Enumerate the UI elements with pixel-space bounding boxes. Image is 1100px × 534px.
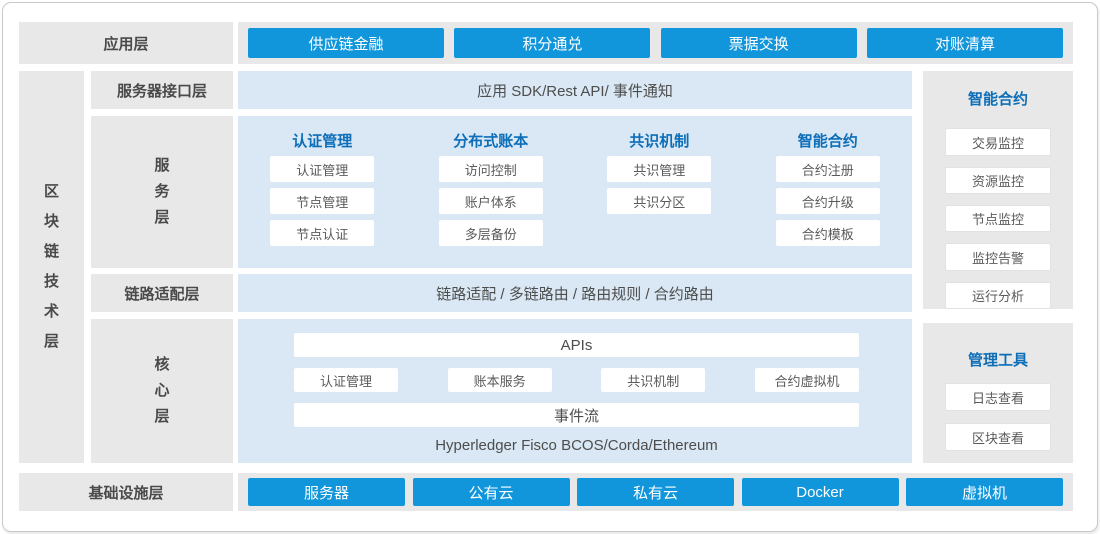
core-modules-row: 认证管理 账本服务 共识机制 合约虚拟机 bbox=[294, 368, 859, 392]
core-module: 共识机制 bbox=[601, 368, 705, 392]
core-module: 认证管理 bbox=[294, 368, 398, 392]
tools-panel: 管理工具 日志查看 区块查看 bbox=[923, 323, 1073, 463]
service-column-auth: 认证管理 认证管理 节点管理 节点认证 bbox=[238, 116, 407, 268]
service-layer-label: 服务层 bbox=[91, 116, 233, 268]
monitor-item: 监控告警 bbox=[945, 243, 1051, 270]
app-button-bill-exchange: 票据交换 bbox=[661, 28, 857, 58]
monitor-panel-header: 智能合约 bbox=[968, 88, 1028, 109]
service-item: 节点管理 bbox=[270, 188, 374, 214]
core-module: 账本服务 bbox=[448, 368, 552, 392]
infra-layer-label: 基础设施层 bbox=[19, 473, 233, 511]
event-stream-bar: 事件流 bbox=[294, 403, 859, 427]
tools-item: 日志查看 bbox=[945, 383, 1051, 411]
core-module: 合约虚拟机 bbox=[755, 368, 859, 392]
service-layer-panel: 认证管理 认证管理 节点管理 节点认证 分布式账本 访问控制 账户体系 多层备份… bbox=[238, 116, 912, 268]
service-column-header: 共识机制 bbox=[629, 130, 689, 150]
core-layer-label-text: 核心层 bbox=[154, 352, 170, 430]
service-item: 节点认证 bbox=[270, 220, 374, 246]
apis-bar: APIs bbox=[294, 333, 859, 357]
service-item: 共识管理 bbox=[607, 156, 711, 182]
monitor-item: 资源监控 bbox=[945, 167, 1051, 194]
service-item: 合约升级 bbox=[776, 188, 880, 214]
blockchain-architecture-diagram: 应用层 供应链金融 积分通兑 票据交换 对账清算 区块链技术层 服务器接口层 应… bbox=[2, 2, 1098, 532]
interface-layer-label-text: 服务器接口层 bbox=[117, 80, 207, 101]
monitor-item: 交易监控 bbox=[945, 128, 1051, 155]
infra-button-vm: 虚拟机 bbox=[906, 478, 1063, 506]
infra-layer-label-text: 基础设施层 bbox=[88, 482, 163, 503]
link-layer-panel: 链路适配 / 多链路由 / 路由规则 / 合约路由 bbox=[238, 274, 912, 312]
infra-button-server: 服务器 bbox=[248, 478, 405, 506]
service-item: 多层备份 bbox=[439, 220, 543, 246]
monitor-panel: 智能合约 交易监控 资源监控 节点监控 监控告警 运行分析 bbox=[923, 71, 1073, 309]
infra-button-docker: Docker bbox=[742, 478, 899, 506]
blockchain-tech-layer-text: 区块链技术层 bbox=[44, 177, 60, 357]
app-layer-strip: 供应链金融 积分通兑 票据交换 对账清算 bbox=[238, 22, 1073, 64]
service-item: 访问控制 bbox=[439, 156, 543, 182]
infra-layer-strip: 服务器 公有云 私有云 Docker 虚拟机 bbox=[238, 473, 1073, 511]
service-column-contract: 智能合约 合约注册 合约升级 合约模板 bbox=[744, 116, 913, 268]
service-item: 账户体系 bbox=[439, 188, 543, 214]
interface-layer-content: 应用 SDK/Rest API/ 事件通知 bbox=[477, 80, 673, 101]
infra-button-private-cloud: 私有云 bbox=[577, 478, 734, 506]
infra-button-public-cloud: 公有云 bbox=[413, 478, 570, 506]
service-item: 共识分区 bbox=[607, 188, 711, 214]
monitor-item: 节点监控 bbox=[945, 205, 1051, 232]
app-layer-label: 应用层 bbox=[19, 22, 233, 64]
service-item: 认证管理 bbox=[270, 156, 374, 182]
service-column-header: 智能合约 bbox=[798, 130, 858, 150]
blockchain-tech-layer-label: 区块链技术层 bbox=[19, 71, 84, 463]
monitor-item: 运行分析 bbox=[945, 282, 1051, 309]
app-button-reconciliation: 对账清算 bbox=[867, 28, 1063, 58]
app-button-supply-chain-finance: 供应链金融 bbox=[248, 28, 444, 58]
service-column-ledger: 分布式账本 访问控制 账户体系 多层备份 bbox=[407, 116, 576, 268]
link-layer-label-text: 链路适配层 bbox=[124, 283, 199, 304]
link-layer-content: 链路适配 / 多链路由 / 路由规则 / 合约路由 bbox=[436, 283, 714, 304]
platforms-text: Hyperledger Fisco BCOS/Corda/Ethereum bbox=[294, 437, 859, 454]
app-button-points-exchange: 积分通兑 bbox=[454, 28, 650, 58]
interface-layer-label: 服务器接口层 bbox=[91, 71, 233, 109]
service-column-header: 认证管理 bbox=[292, 130, 352, 150]
interface-layer-panel: 应用 SDK/Rest API/ 事件通知 bbox=[238, 71, 912, 109]
core-layer-label: 核心层 bbox=[91, 319, 233, 463]
link-layer-label: 链路适配层 bbox=[91, 274, 233, 312]
service-column-header: 分布式账本 bbox=[453, 130, 528, 150]
service-column-consensus: 共识机制 共识管理 共识分区 bbox=[575, 116, 744, 268]
service-layer-label-text: 服务层 bbox=[154, 153, 170, 231]
tools-item: 区块查看 bbox=[945, 423, 1051, 451]
core-layer-panel: APIs 认证管理 账本服务 共识机制 合约虚拟机 事件流 Hyperledge… bbox=[238, 319, 912, 463]
app-layer-label-text: 应用层 bbox=[103, 33, 148, 54]
service-item: 合约模板 bbox=[776, 220, 880, 246]
service-item: 合约注册 bbox=[776, 156, 880, 182]
tools-panel-header: 管理工具 bbox=[968, 349, 1028, 371]
